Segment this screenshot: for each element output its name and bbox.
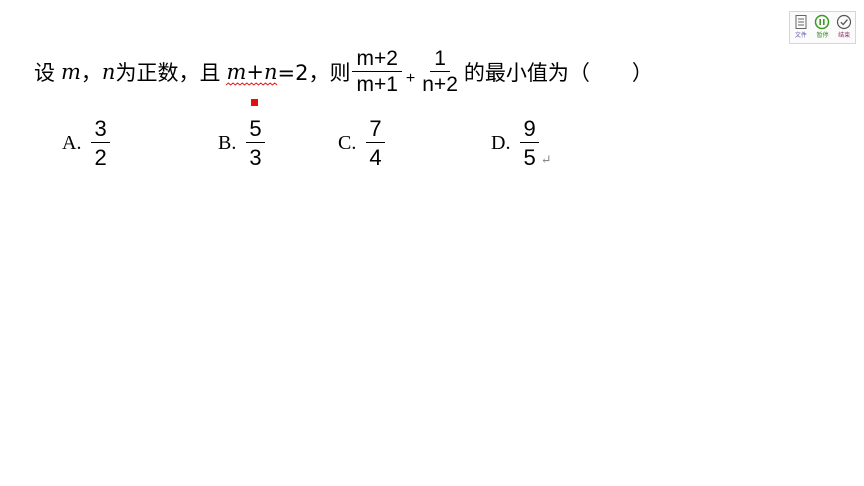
- fraction-n: 1 n+2: [418, 47, 462, 98]
- pause-label: 暂停: [816, 32, 829, 39]
- question-suffix: 的最小值为（ ）: [463, 61, 653, 85]
- option-b-letter: B.: [218, 132, 237, 154]
- option-d-numerator: 9: [520, 115, 539, 143]
- pause-button[interactable]: 暂停: [812, 14, 833, 40]
- fraction-m: m+2 m+1: [352, 47, 402, 98]
- plus-sign: +: [405, 70, 416, 87]
- option-a-numerator: 3: [91, 115, 110, 143]
- check-circle-icon: [837, 14, 852, 30]
- option-b-numerator: 5: [246, 115, 265, 143]
- paragraph-return-mark: ↵: [540, 153, 552, 168]
- fraction-m-numerator: m+2: [352, 47, 402, 72]
- question-prefix: 设: [34, 61, 55, 85]
- option-b-denominator: 3: [249, 145, 262, 170]
- option-a-fraction: 3 2: [91, 115, 110, 172]
- option-d-letter: D.: [491, 132, 511, 154]
- question-text-segment: 为正数，且: [115, 61, 221, 85]
- presentation-toolbar: 文件 暂停 结束: [789, 11, 856, 44]
- option-a-denominator: 2: [94, 145, 107, 170]
- option-c[interactable]: C. 7 4: [338, 115, 385, 172]
- document-icon: [795, 15, 807, 29]
- pause-icon: [815, 14, 830, 30]
- option-a-letter: A.: [62, 132, 82, 154]
- option-c-numerator: 7: [366, 115, 385, 143]
- fraction-m-denominator: m+1: [356, 72, 398, 96]
- option-d-fraction: 9 5: [520, 115, 539, 172]
- option-d-denominator: 5: [523, 145, 536, 170]
- option-c-fraction: 7 4: [366, 115, 385, 172]
- constraint-rest: =2，则: [277, 61, 351, 85]
- fraction-n-denominator: n+2: [422, 72, 458, 96]
- option-d[interactable]: D. 9 5 ↵: [491, 115, 552, 172]
- question-text: 设 m ， n 为正数，且 m+n =2，则 m+2 m+1 + 1 n+2 的…: [34, 47, 653, 96]
- fraction-n-numerator: 1: [430, 47, 450, 72]
- file-button[interactable]: 文件: [790, 14, 811, 40]
- option-a[interactable]: A. 3 2: [62, 115, 110, 172]
- cursor-marker: [251, 99, 258, 106]
- variable-m: m: [61, 60, 81, 84]
- variable-n: n: [101, 60, 116, 84]
- file-label: 文件: [794, 32, 807, 39]
- option-c-denominator: 4: [369, 145, 382, 170]
- end-button[interactable]: 结束: [834, 14, 855, 40]
- spellcheck-underline: [226, 82, 278, 86]
- option-b[interactable]: B. 5 3: [218, 115, 265, 172]
- end-label: 结束: [838, 32, 851, 39]
- option-b-fraction: 5 3: [246, 115, 265, 172]
- constraint-expression-text: m+n: [226, 60, 278, 84]
- comma: ，: [80, 61, 102, 85]
- constraint-expression: m+n: [226, 60, 278, 86]
- option-c-letter: C.: [338, 132, 357, 154]
